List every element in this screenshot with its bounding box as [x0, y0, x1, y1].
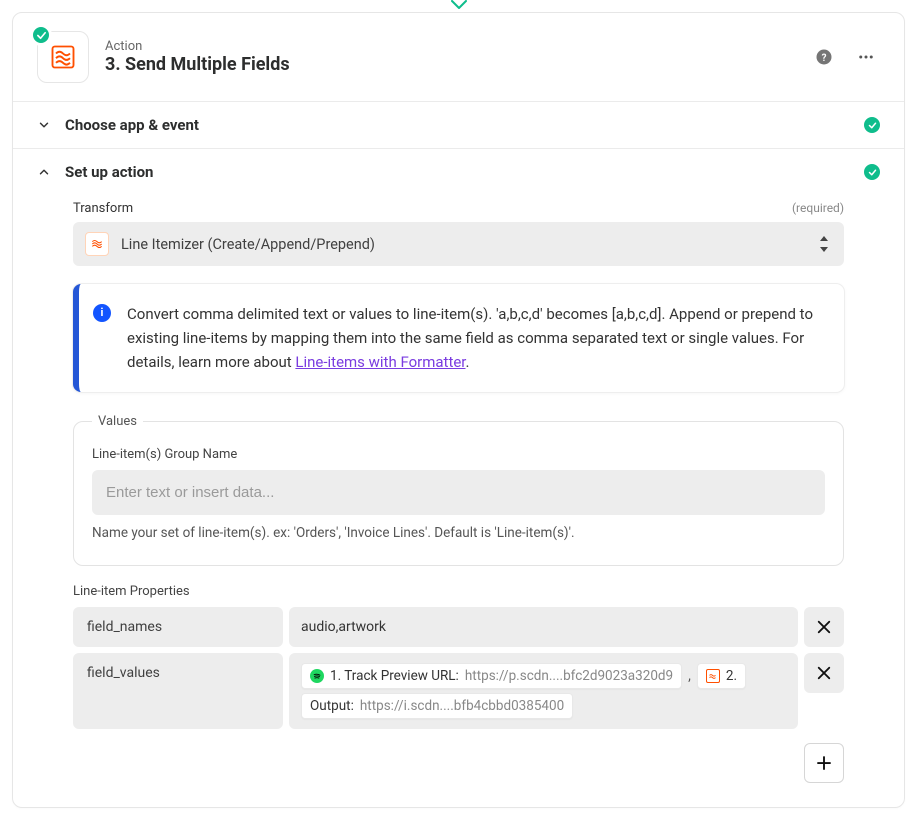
setup-panel: Transform (required) Line Itemizer (Crea… — [13, 195, 904, 807]
values-fieldset: Values Line-item(s) Group Name Name your… — [73, 414, 844, 566]
card-header: Action 3. Send Multiple Fields ? — [13, 13, 904, 102]
formatter-app-icon — [706, 669, 720, 683]
connector-arrow — [0, 0, 917, 12]
step-kicker: Action — [105, 39, 290, 54]
group-name-label: Line-item(s) Group Name — [92, 447, 825, 462]
property-row: field_names audio,artwork — [73, 607, 844, 647]
sort-icon — [818, 235, 832, 253]
pill-label: 2. — [726, 668, 737, 684]
property-row: field_values 1. Track Preview URL: https… — [73, 653, 844, 729]
required-indicator: (required) — [792, 201, 844, 216]
group-name-help: Name your set of line-item(s). ex: 'Orde… — [92, 525, 825, 541]
section-label: Set up action — [65, 163, 153, 181]
add-row-button[interactable] — [804, 743, 844, 783]
pill-label: 1. Track Preview URL: — [330, 668, 459, 684]
formatter-app-icon — [48, 42, 78, 72]
transform-label: Transform — [73, 201, 133, 216]
delete-row-button[interactable] — [804, 607, 844, 647]
status-check-badge — [30, 24, 52, 46]
section-label: Choose app & event — [65, 116, 199, 134]
line-item-properties-label: Line-item Properties — [73, 584, 844, 599]
help-button[interactable]: ? — [810, 43, 838, 71]
mapped-field-pill[interactable]: Output: https://i.scdn....bfb4cbbd038540… — [301, 693, 573, 719]
transform-select[interactable]: Line Itemizer (Create/Append/Prepend) — [73, 222, 844, 266]
svg-text:?: ? — [822, 53, 827, 64]
values-legend: Values — [92, 414, 143, 429]
group-name-input[interactable] — [92, 470, 825, 515]
delete-row-button[interactable] — [804, 653, 844, 693]
property-value-input[interactable]: audio,artwork — [289, 607, 798, 647]
info-callout: i Convert comma delimited text or values… — [73, 284, 844, 392]
info-text-body: Convert comma delimited text or values t… — [127, 305, 813, 371]
spotify-icon — [310, 669, 324, 683]
pill-value: https://p.scdn....bfc2d9023a320d9 — [465, 668, 673, 684]
step-title: 3. Send Multiple Fields — [105, 54, 290, 75]
info-link[interactable]: Line-items with Formatter — [295, 353, 465, 371]
formatter-app-icon — [85, 232, 109, 256]
status-check-icon — [864, 164, 880, 180]
pill-value: https://i.scdn....bfb4cbbd0385400 — [360, 698, 564, 714]
action-card: Action 3. Send Multiple Fields ? Choose … — [12, 12, 905, 808]
info-icon: i — [93, 304, 111, 322]
separator: , — [686, 668, 693, 684]
info-text: Convert comma delimited text or values t… — [127, 302, 826, 374]
section-choose-app[interactable]: Choose app & event — [13, 102, 904, 149]
chevron-down-icon — [37, 118, 51, 132]
status-check-icon — [864, 117, 880, 133]
more-menu-button[interactable] — [852, 43, 880, 71]
section-set-up-action[interactable]: Set up action — [13, 149, 904, 195]
property-value-input[interactable]: 1. Track Preview URL: https://p.scdn....… — [289, 653, 798, 729]
property-value-text: audio,artwork — [301, 619, 386, 635]
property-key-input[interactable]: field_values — [73, 653, 283, 729]
transform-value: Line Itemizer (Create/Append/Prepend) — [121, 236, 806, 253]
app-badge — [37, 31, 89, 83]
pill-label: Output: — [310, 698, 354, 714]
mapped-field-pill[interactable]: 1. Track Preview URL: https://p.scdn....… — [301, 663, 682, 689]
header-text: Action 3. Send Multiple Fields — [105, 39, 290, 75]
chevron-up-icon — [37, 165, 51, 179]
info-text-tail: . — [466, 353, 470, 371]
property-key-input[interactable]: field_names — [73, 607, 283, 647]
mapped-field-pill[interactable]: 2. — [697, 663, 746, 689]
